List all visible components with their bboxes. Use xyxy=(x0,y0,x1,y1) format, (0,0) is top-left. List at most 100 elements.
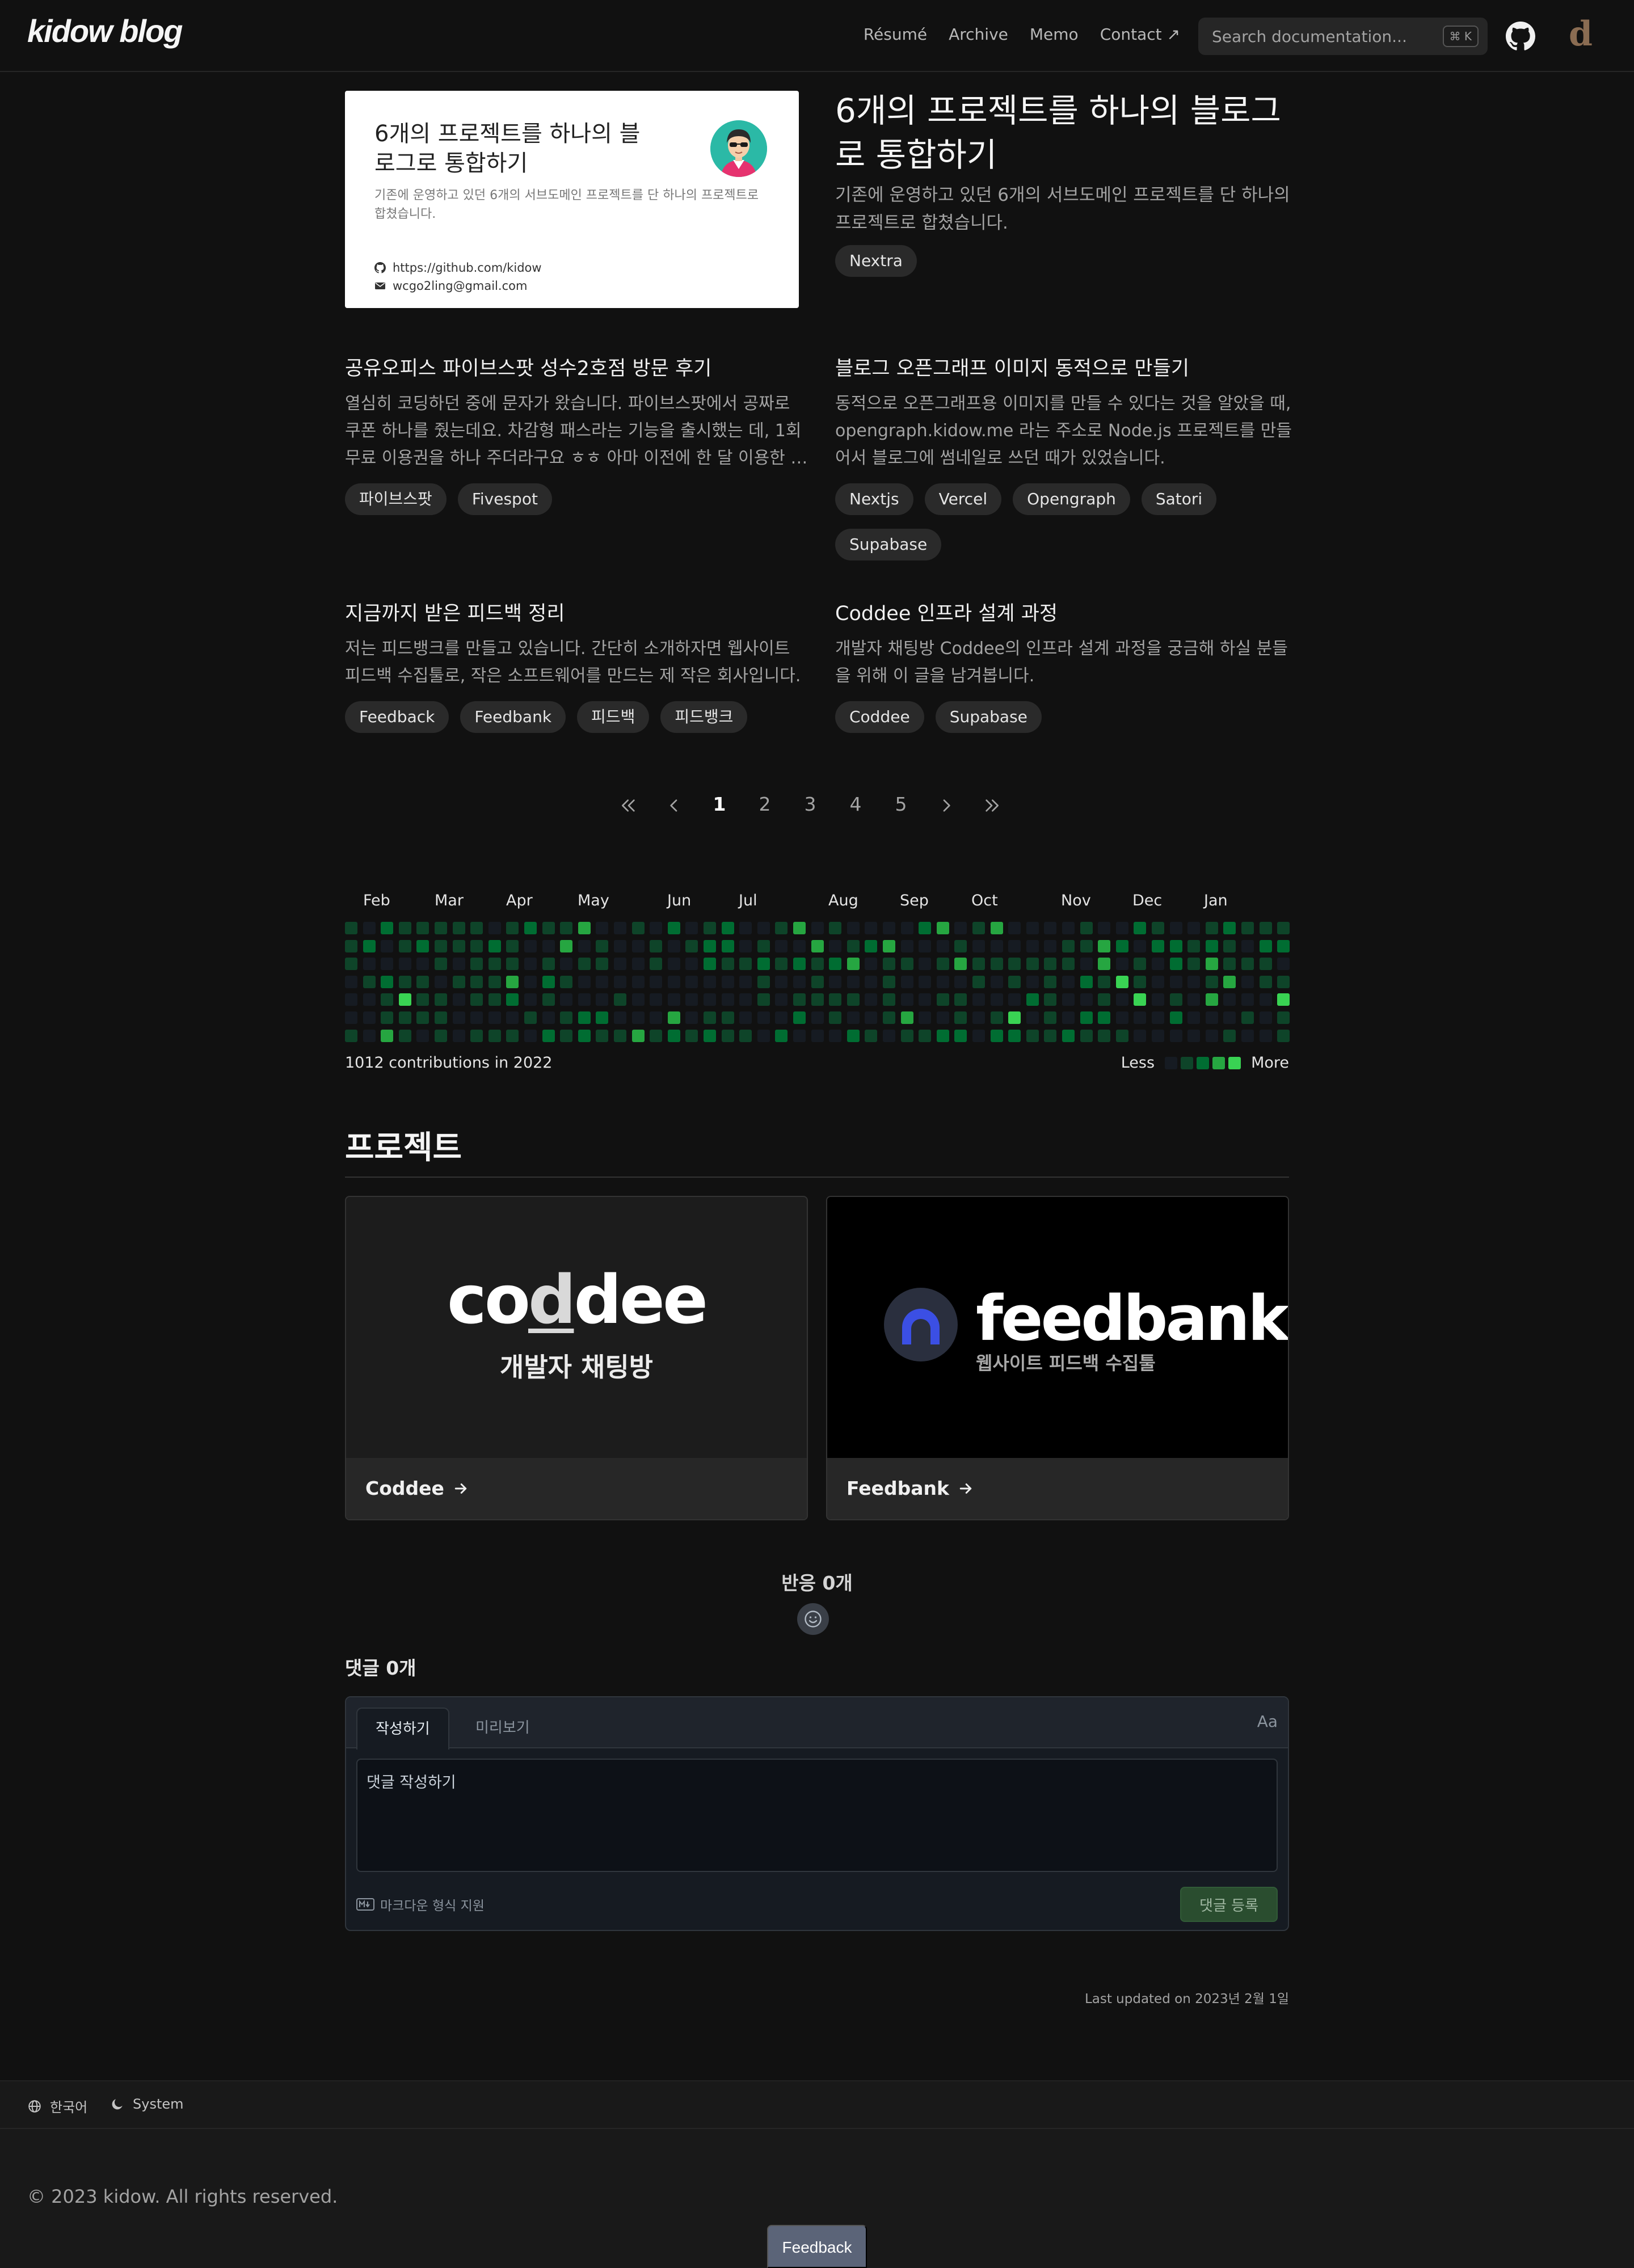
contribution-day[interactable] xyxy=(1062,940,1075,952)
contribution-day[interactable] xyxy=(470,958,483,970)
contribution-day[interactable] xyxy=(650,976,662,988)
contribution-day[interactable] xyxy=(506,922,519,934)
contribution-day[interactable] xyxy=(668,976,680,988)
contribution-day[interactable] xyxy=(1116,922,1128,934)
contribution-day[interactable] xyxy=(614,976,626,988)
project-link[interactable]: Feedbank xyxy=(847,1477,974,1499)
contribution-day[interactable] xyxy=(954,922,967,934)
contribution-day[interactable] xyxy=(1206,993,1218,1006)
contribution-day[interactable] xyxy=(1277,958,1290,970)
tag[interactable]: Supabase xyxy=(935,701,1042,733)
contribution-day[interactable] xyxy=(488,1011,501,1024)
tag[interactable]: Nextjs xyxy=(835,483,913,515)
contribution-day[interactable] xyxy=(722,993,734,1006)
contribution-day[interactable] xyxy=(399,1030,411,1042)
contribution-day[interactable] xyxy=(937,922,949,934)
contribution-day[interactable] xyxy=(704,1030,716,1042)
contribution-day[interactable] xyxy=(435,922,447,934)
first-page-icon[interactable] xyxy=(613,789,645,820)
contribution-day[interactable] xyxy=(883,958,895,970)
contribution-day[interactable] xyxy=(829,922,841,934)
contribution-day[interactable] xyxy=(1026,1030,1039,1042)
contribution-day[interactable] xyxy=(722,976,734,988)
contribution-day[interactable] xyxy=(811,993,824,1006)
contribution-day[interactable] xyxy=(811,958,824,970)
contribution-day[interactable] xyxy=(847,1011,860,1024)
contribution-day[interactable] xyxy=(399,922,411,934)
contribution-day[interactable] xyxy=(739,922,752,934)
contribution-day[interactable] xyxy=(883,1011,895,1024)
contribution-day[interactable] xyxy=(1152,993,1164,1006)
contribution-day[interactable] xyxy=(1008,958,1021,970)
contribution-day[interactable] xyxy=(704,993,716,1006)
contribution-day[interactable] xyxy=(901,922,913,934)
last-page-icon[interactable] xyxy=(976,789,1008,820)
contribution-day[interactable] xyxy=(560,976,572,988)
contribution-day[interactable] xyxy=(1044,940,1056,952)
contribution-day[interactable] xyxy=(596,1030,608,1042)
contribution-day[interactable] xyxy=(811,940,824,952)
contribution-day[interactable] xyxy=(470,1030,483,1042)
contribution-day[interactable] xyxy=(919,993,931,1006)
nav-memo[interactable]: Memo xyxy=(1030,25,1079,44)
contribution-day[interactable] xyxy=(1008,922,1021,934)
contribution-day[interactable] xyxy=(1026,922,1039,934)
contribution-day[interactable] xyxy=(685,1030,698,1042)
contribution-day[interactable] xyxy=(614,1030,626,1042)
contribution-day[interactable] xyxy=(1170,958,1182,970)
contribution-day[interactable] xyxy=(650,993,662,1006)
tab-preview[interactable]: 미리보기 xyxy=(457,1708,548,1750)
contribution-day[interactable] xyxy=(1223,1030,1236,1042)
contribution-day[interactable] xyxy=(1080,958,1093,970)
contribution-day[interactable] xyxy=(596,922,608,934)
contribution-day[interactable] xyxy=(757,976,770,988)
next-page-icon[interactable] xyxy=(930,789,962,820)
project-link[interactable]: Coddee xyxy=(365,1477,469,1499)
contribution-day[interactable] xyxy=(1152,1011,1164,1024)
post-title[interactable]: 블로그 오픈그래프 이미지 동적으로 만들기 xyxy=(835,355,1300,382)
contribution-day[interactable] xyxy=(345,1030,357,1042)
contribution-day[interactable] xyxy=(435,958,447,970)
contribution-day[interactable] xyxy=(1098,958,1110,970)
contribution-day[interactable] xyxy=(954,940,967,952)
contribution-day[interactable] xyxy=(793,922,806,934)
tag[interactable]: 피드뱅크 xyxy=(660,701,748,733)
contribution-day[interactable] xyxy=(704,922,716,934)
contribution-day[interactable] xyxy=(399,993,411,1006)
contribution-day[interactable] xyxy=(1277,1030,1290,1042)
contribution-day[interactable] xyxy=(345,958,357,970)
feedback-button[interactable]: Feedback xyxy=(767,2225,867,2268)
contribution-day[interactable] xyxy=(596,958,608,970)
featured-og-image[interactable]: 6개의 프로젝트를 하나의 블로그로 통합하기 기존에 운영하고 있던 6개의 … xyxy=(345,91,799,308)
contribution-day[interactable] xyxy=(632,922,645,934)
contribution-day[interactable] xyxy=(1134,1030,1146,1042)
contribution-day[interactable] xyxy=(363,958,376,970)
contribution-day[interactable] xyxy=(363,976,376,988)
contribution-day[interactable] xyxy=(381,940,393,952)
contribution-day[interactable] xyxy=(416,1011,429,1024)
contribution-day[interactable] xyxy=(542,993,555,1006)
tag[interactable]: Supabase xyxy=(835,529,942,560)
contribution-day[interactable] xyxy=(506,1030,519,1042)
contribution-day[interactable] xyxy=(668,1030,680,1042)
contribution-day[interactable] xyxy=(381,1011,393,1024)
contribution-day[interactable] xyxy=(399,1011,411,1024)
contribution-day[interactable] xyxy=(685,922,698,934)
contribution-day[interactable] xyxy=(811,1011,824,1024)
contribution-day[interactable] xyxy=(668,1011,680,1024)
contribution-day[interactable] xyxy=(578,993,591,1006)
contribution-day[interactable] xyxy=(991,976,1003,988)
project-card-coddee[interactable]: coddee 개발자 채팅방 Coddee xyxy=(345,1196,808,1520)
contribution-day[interactable] xyxy=(416,1030,429,1042)
contribution-day[interactable] xyxy=(1026,976,1039,988)
contribution-day[interactable] xyxy=(883,940,895,952)
contribution-day[interactable] xyxy=(829,1011,841,1024)
contribution-day[interactable] xyxy=(578,1011,591,1024)
contribution-day[interactable] xyxy=(578,922,591,934)
contribution-day[interactable] xyxy=(1062,993,1075,1006)
contribution-day[interactable] xyxy=(1170,976,1182,988)
contribution-day[interactable] xyxy=(991,958,1003,970)
contribution-day[interactable] xyxy=(416,958,429,970)
contribution-day[interactable] xyxy=(363,940,376,952)
contribution-day[interactable] xyxy=(847,922,860,934)
